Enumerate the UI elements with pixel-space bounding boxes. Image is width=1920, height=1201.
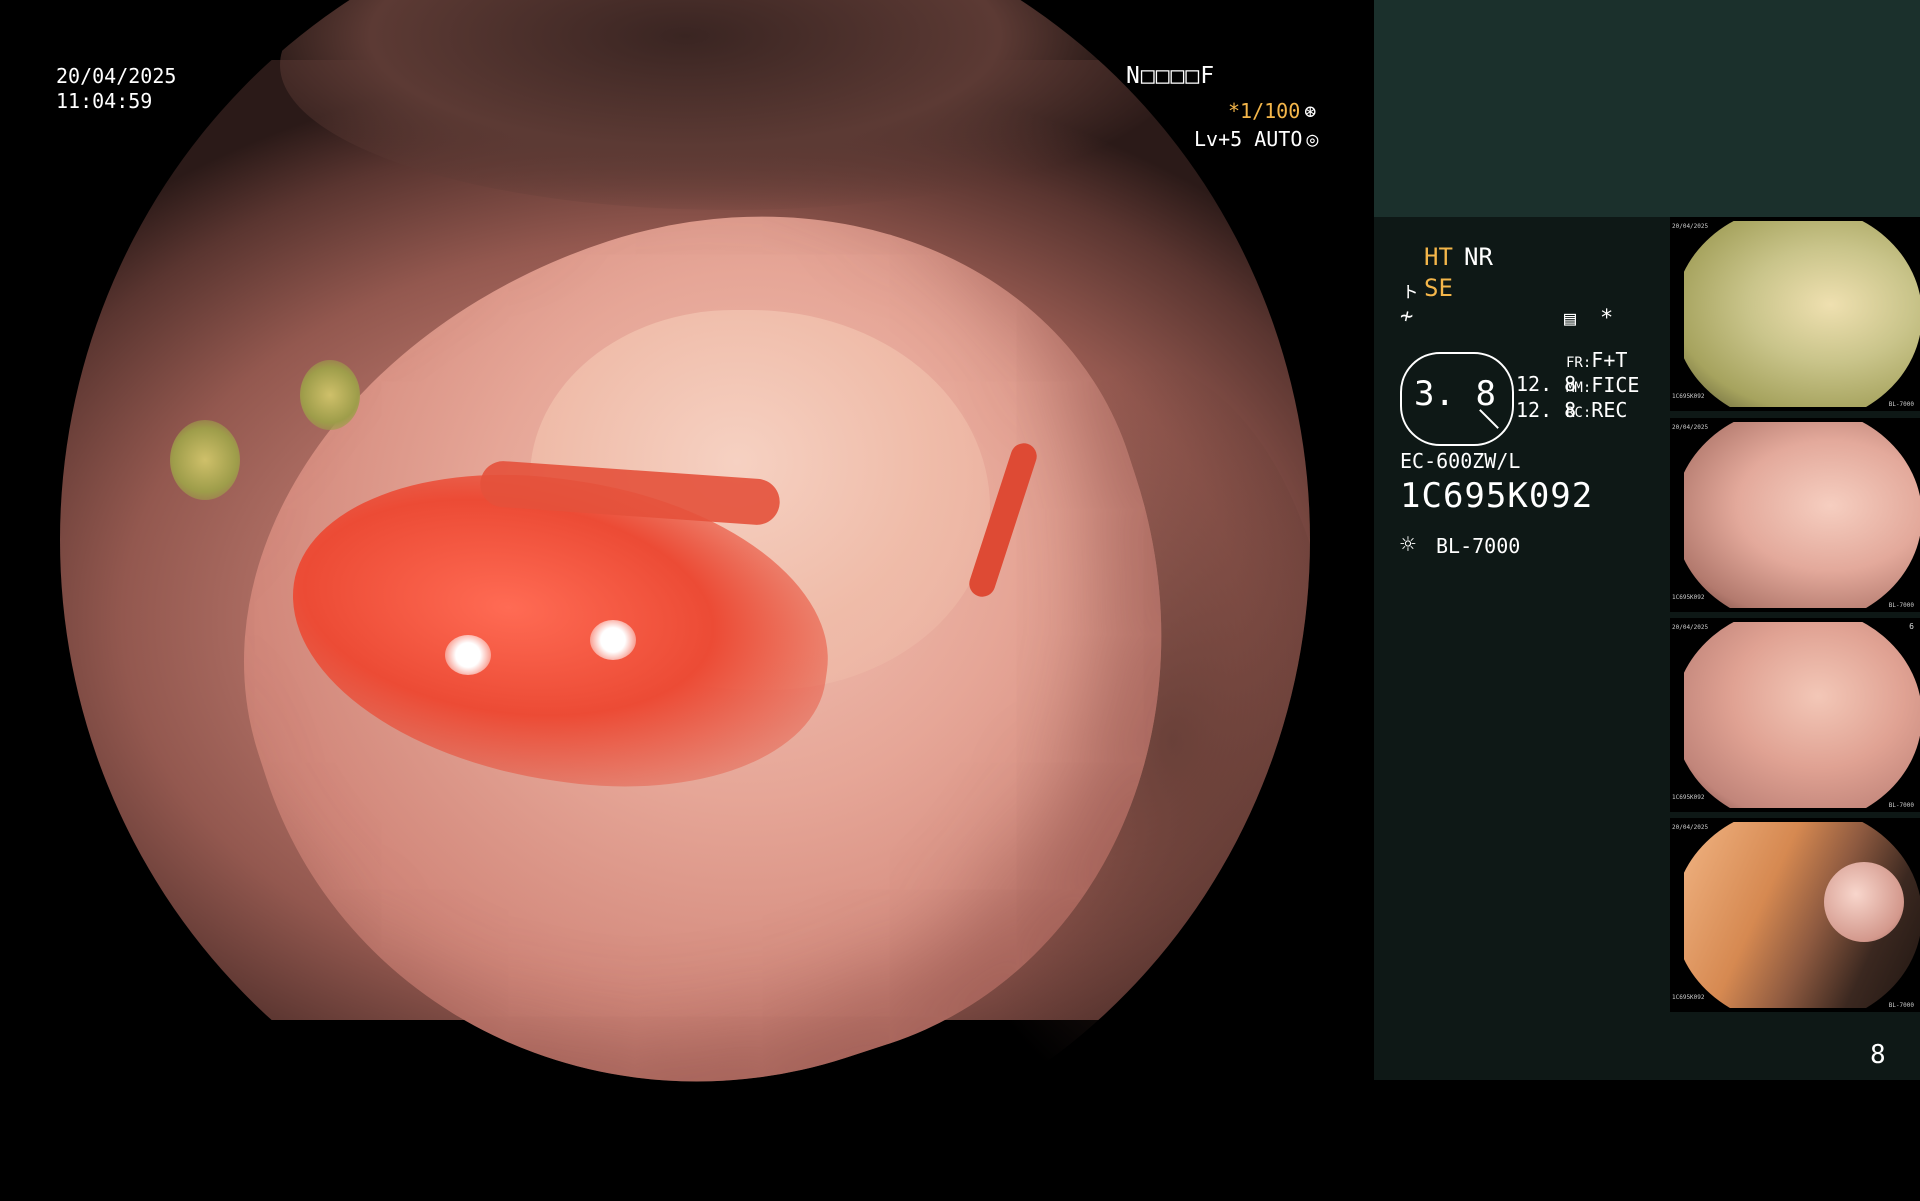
thumbnail-index: 6	[1909, 622, 1914, 631]
fr-value: F+T	[1591, 348, 1628, 372]
thumbnail-date: 20/04/2025	[1672, 824, 1709, 831]
info-panel: HT NR ㇳ SE ≁ ▤ * 3. 8 12. 8 12. 8 FR:F+T…	[1374, 0, 1920, 1080]
fr-key: FR:	[1566, 355, 1592, 371]
thumbnail-date: 20/04/2025	[1672, 223, 1709, 230]
thumbnail-serial: 1C695K092	[1672, 994, 1705, 1001]
patient-id: N□□□□F	[1126, 63, 1216, 89]
mm-setting: MM:FICE	[1566, 373, 1639, 397]
bile-spot	[300, 360, 360, 430]
light-reflection	[590, 620, 636, 660]
thumbnail-polyp	[1824, 862, 1904, 942]
mucosal-fold-top	[280, 0, 1180, 210]
capture-thumbnail[interactable]: 20/04/2025 1C695K092 BL-7000	[1670, 217, 1920, 411]
thumbnail-source: BL-7000	[1888, 602, 1914, 609]
rc-value: REC	[1591, 398, 1628, 422]
shutter-speed: *1/100 ⊛	[1228, 99, 1316, 124]
capture-thumbnail[interactable]: 20/04/2025 1C695K092 BL-7000	[1670, 818, 1920, 1012]
enhance-icon: ㇳ	[1400, 278, 1420, 302]
iris-icon: ◎	[1306, 127, 1319, 151]
thumbnail-image	[1684, 622, 1920, 808]
rc-key: RC:	[1566, 405, 1592, 421]
thumbnail-serial: 1C695K092	[1672, 393, 1705, 400]
thumbnail-date: 20/04/2025	[1672, 624, 1709, 631]
brightness-level: Lv+5 AUTO ◎	[1194, 127, 1318, 152]
thumbnail-image	[1684, 822, 1920, 1008]
memory-icon: ▤	[1564, 306, 1577, 330]
level-value: Lv+5 AUTO	[1194, 127, 1303, 151]
thumbnail-source: BL-7000	[1888, 401, 1914, 408]
thumbnail-image	[1684, 422, 1920, 608]
exam-date: 20/04/2025	[56, 64, 177, 88]
mm-key: MM:	[1566, 380, 1592, 396]
thumbnail-serial: 1C695K092	[1672, 594, 1705, 601]
se-setting: SE	[1424, 274, 1453, 302]
bile-spot	[170, 420, 240, 500]
info-panel-header	[1374, 0, 1920, 217]
thumbnail-source: BL-7000	[1888, 1002, 1914, 1009]
star-indicator: *	[1600, 306, 1614, 331]
page-number: 8	[1870, 1040, 1886, 1070]
rc-setting: RC:REC	[1566, 398, 1627, 422]
thumbnail-date: 20/04/2025	[1672, 424, 1709, 431]
scope-serial: 1C695K092	[1400, 476, 1594, 516]
aperture-icon: ⊛	[1304, 99, 1317, 123]
thumbnail-source: BL-7000	[1888, 802, 1914, 809]
sun-icon: ☼	[1400, 530, 1416, 560]
endoscopic-image	[60, 0, 1310, 1180]
ht-setting: HT	[1424, 243, 1453, 271]
fr-setting: FR:F+T	[1566, 348, 1627, 372]
capture-thumbnail[interactable]: 20/04/2025 1C695K092 BL-7000	[1670, 418, 1920, 612]
light-reflection	[445, 635, 491, 675]
edge-icon: ≁	[1400, 304, 1414, 329]
nr-setting: NR	[1464, 243, 1493, 271]
capture-thumbnail[interactable]: 6 20/04/2025 1C695K092 BL-7000	[1670, 618, 1920, 812]
scope-model: EC-600ZW/L	[1400, 449, 1521, 473]
light-source: BL-7000	[1436, 534, 1521, 558]
shutter-value: *1/100	[1228, 99, 1301, 123]
exam-time: 11:04:59	[56, 89, 153, 113]
mm-value: FICE	[1591, 373, 1640, 397]
thumbnail-serial: 1C695K092	[1672, 794, 1705, 801]
thumbnail-image	[1684, 221, 1920, 407]
live-view-area: 20/04/2025 11:04:59 N□□□□F *1/100 ⊛ Lv+5 …	[0, 0, 1374, 1180]
zoom-value: 3. 8	[1414, 374, 1496, 414]
